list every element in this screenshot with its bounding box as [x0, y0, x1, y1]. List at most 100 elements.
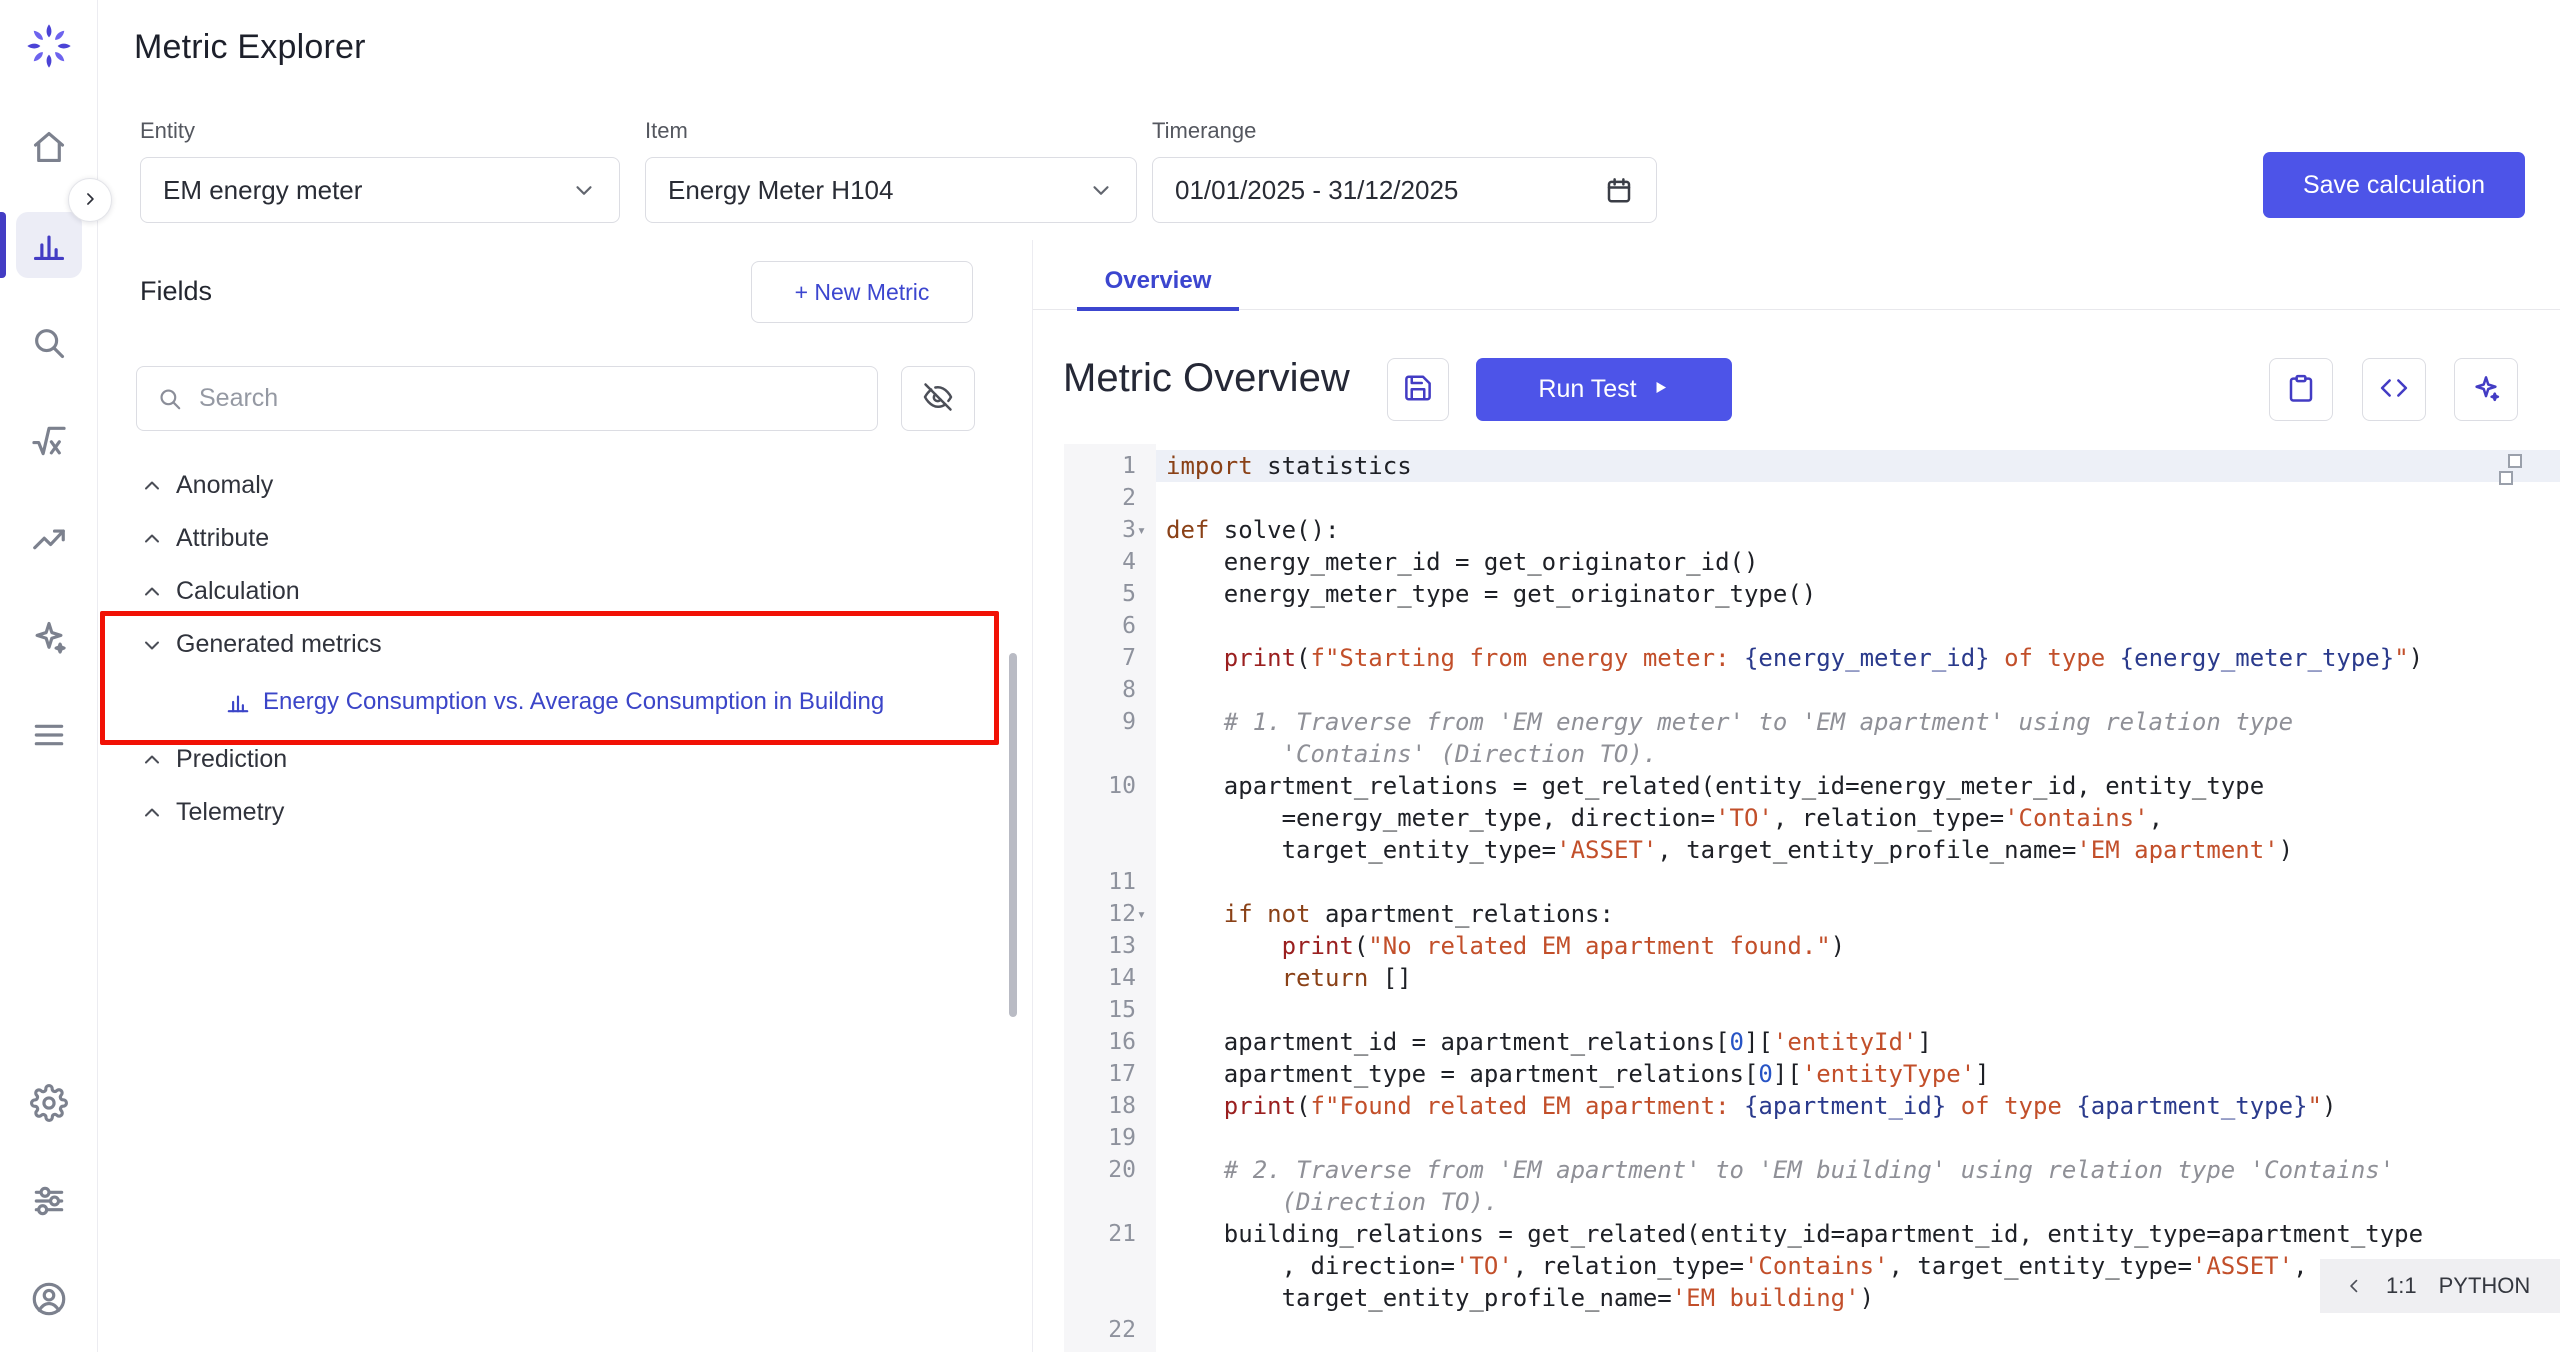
gutter-line-number: 21: [1064, 1218, 1156, 1250]
sidebar-item-account[interactable]: [0, 1250, 98, 1348]
sparkles-icon: [16, 604, 82, 670]
entity-label: Entity: [140, 118, 620, 144]
entity-field: Entity EM energy meter: [140, 118, 620, 223]
timerange-value: 01/01/2025 - 31/12/2025: [1175, 175, 1458, 206]
code-line[interactable]: # 1. Traverse from 'EM energy meter' to …: [1156, 706, 2560, 738]
section-label: Generated metrics: [176, 630, 382, 659]
section-attribute[interactable]: Attribute: [98, 512, 1032, 565]
sidebar-item-sliders[interactable]: [0, 1152, 98, 1250]
code-line[interactable]: [1156, 994, 2560, 1026]
section-prediction[interactable]: Prediction: [98, 733, 1032, 786]
code-line[interactable]: [1156, 866, 2560, 898]
code-line[interactable]: apartment_id = apartment_relations[0]['e…: [1156, 1026, 2560, 1058]
section-anomaly[interactable]: Anomaly: [98, 459, 1032, 512]
code-line[interactable]: apartment_relations = get_related(entity…: [1156, 770, 2560, 802]
code-line[interactable]: import statistics: [1156, 450, 2560, 482]
cursor-position: 1:1: [2386, 1273, 2417, 1299]
calendar-icon[interactable]: [1604, 175, 1634, 205]
code-line[interactable]: building_relations = get_related(entity_…: [1156, 1218, 2560, 1250]
sparkles-icon: [2471, 373, 2501, 406]
section-label: Telemetry: [176, 798, 284, 827]
page-title: Metric Explorer: [134, 28, 366, 67]
tab-overview[interactable]: Overview: [1077, 252, 1239, 310]
entity-select[interactable]: EM energy meter: [140, 157, 620, 223]
code-line[interactable]: print("No related EM apartment found."): [1156, 930, 2560, 962]
code-line[interactable]: energy_meter_type = get_originator_type(…: [1156, 578, 2560, 610]
account-icon: [16, 1266, 82, 1332]
item-field: Item Energy Meter H104: [645, 118, 1137, 223]
gutter-line-number: 10: [1064, 770, 1156, 802]
fold-arrow-icon[interactable]: ▾: [1137, 898, 1155, 930]
code-line[interactable]: energy_meter_id = get_originator_id(): [1156, 546, 2560, 578]
code-line[interactable]: [1156, 610, 2560, 642]
entity-value: EM energy meter: [163, 175, 362, 206]
sidebar-item-square-root[interactable]: [0, 392, 98, 490]
chevron-right-icon: [80, 189, 100, 212]
sidebar-item-trend-up[interactable]: [0, 490, 98, 588]
item-select[interactable]: Energy Meter H104: [645, 157, 1137, 223]
gutter-line-number: 6: [1064, 610, 1156, 642]
save-calculation-button[interactable]: Save calculation: [2263, 152, 2525, 218]
timerange-input[interactable]: 01/01/2025 - 31/12/2025: [1152, 157, 1657, 223]
fullscreen-icon[interactable]: [2492, 454, 2522, 496]
code-editor[interactable]: 123▾456789101112▾13141516171819202122 im…: [1033, 444, 2560, 1352]
gutter-line-number: 3▾: [1064, 514, 1156, 546]
chevron-left-icon[interactable]: [2344, 1276, 2364, 1296]
sidebar-item-menu[interactable]: [0, 686, 98, 784]
code-line[interactable]: [1156, 674, 2560, 706]
editor-language[interactable]: PYTHON: [2439, 1273, 2531, 1299]
sidebar-expand-button[interactable]: [68, 178, 112, 222]
code-line[interactable]: 'Contains' (Direction TO).: [1156, 738, 2560, 770]
scrollbar-thumb[interactable]: [1009, 653, 1017, 1017]
ai-assist-button[interactable]: [2454, 358, 2518, 421]
toggle-hidden-fields-button[interactable]: [901, 366, 975, 431]
code-line[interactable]: target_entity_type='ASSET', target_entit…: [1156, 834, 2560, 866]
sidebar-item-sparkles[interactable]: [0, 588, 98, 686]
search-input[interactable]: [199, 384, 857, 413]
section-telemetry[interactable]: Telemetry: [98, 786, 1032, 839]
fold-arrow-icon[interactable]: ▾: [1137, 514, 1155, 546]
sidebar-item-settings[interactable]: [0, 1054, 98, 1152]
gutter-line-number: 20: [1064, 1154, 1156, 1186]
code-line[interactable]: print(f"Starting from energy meter: {ene…: [1156, 642, 2560, 674]
code-line[interactable]: print(f"Found related EM apartment: {apa…: [1156, 1090, 2560, 1122]
gutter-line-number: 19: [1064, 1122, 1156, 1154]
gutter-line-number: 18: [1064, 1090, 1156, 1122]
run-test-button[interactable]: Run Test: [1476, 358, 1732, 421]
code-line[interactable]: return []: [1156, 962, 2560, 994]
code-line[interactable]: (Direction TO).: [1156, 1186, 2560, 1218]
code-line[interactable]: =energy_meter_type, direction='TO', rela…: [1156, 802, 2560, 834]
gutter-line-number: [1064, 1250, 1156, 1282]
gutter-line-number: [1064, 802, 1156, 834]
code-line[interactable]: [1156, 1314, 2560, 1346]
run-test-label: Run Test: [1538, 375, 1636, 404]
code-line[interactable]: if not apartment_relations:: [1156, 898, 2560, 930]
item-value: Energy Meter H104: [668, 175, 893, 206]
editor-status-bar: 1:1 PYTHON: [2320, 1259, 2560, 1313]
code-view-button[interactable]: [2362, 358, 2426, 421]
sidebar-item-search[interactable]: [0, 294, 98, 392]
code-line[interactable]: [1156, 1122, 2560, 1154]
generated-metric-item[interactable]: Energy Consumption vs. Average Consumpti…: [98, 671, 1032, 733]
code-line[interactable]: apartment_type = apartment_relations[0][…: [1156, 1058, 2560, 1090]
chevron-up-icon: [140, 474, 164, 498]
section-label: Attribute: [176, 524, 269, 553]
copy-code-button[interactable]: [2269, 358, 2333, 421]
gutter-line-number: 11: [1064, 866, 1156, 898]
gutter-line-number: 1: [1064, 450, 1156, 482]
section-calculation[interactable]: Calculation: [98, 565, 1032, 618]
gutter-line-number: 15: [1064, 994, 1156, 1026]
code-line[interactable]: [1156, 482, 2560, 514]
eye-off-icon: [923, 382, 953, 415]
chevron-up-icon: [140, 801, 164, 825]
app-logo-icon[interactable]: [23, 20, 75, 72]
new-metric-button[interactable]: + New Metric: [751, 261, 973, 323]
bar-chart-icon: [16, 212, 82, 278]
editor-code: import statistics def solve(): energy_met…: [1156, 450, 2560, 1346]
editor-gutter: 123▾456789101112▾13141516171819202122: [1064, 444, 1156, 1352]
fields-panel: Fields + New Metric AnomalyAttributeCalc…: [98, 240, 1032, 1352]
save-metric-button[interactable]: [1387, 358, 1449, 421]
code-line[interactable]: def solve():: [1156, 514, 2560, 546]
section-generated-metrics[interactable]: Generated metrics: [98, 618, 1032, 671]
code-line[interactable]: # 2. Traverse from 'EM apartment' to 'EM…: [1156, 1154, 2560, 1186]
